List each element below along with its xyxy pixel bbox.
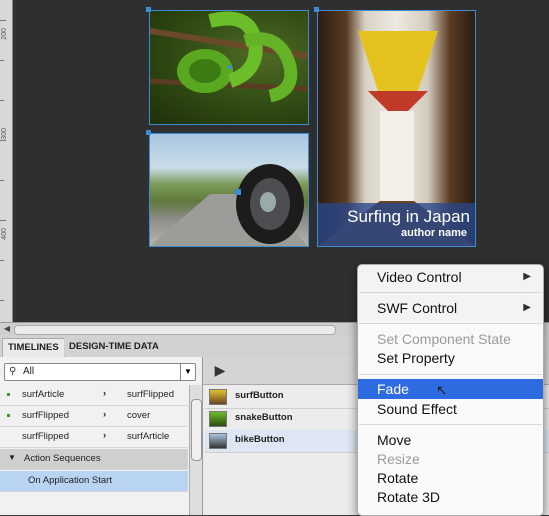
menu-item-sound-effect[interactable]: Sound Effect [358,399,543,419]
menu-item-label: Video Control [377,269,462,285]
ruler-tick [0,180,4,181]
tile-author: author name [400,227,467,239]
chevron-right-icon: › [103,388,107,399]
button-label: surfButton [235,390,284,401]
section-label: Action Sequences [24,453,101,464]
selection-handle[interactable] [146,7,151,12]
selection-handle[interactable] [146,130,151,135]
menu-item-move[interactable]: Move [358,430,543,450]
on-application-start-item[interactable]: On Application Start [0,471,188,492]
filter-value: All [23,366,35,377]
menu-item-label: Set Component State [377,331,511,347]
timeline-row[interactable]: surfFlipped › surfArticle [0,427,188,448]
chevron-right-icon: › [103,430,107,441]
menu-item-label: Rotate [377,470,419,486]
menu-item-label: Move [377,432,412,448]
menu-item-rotate-3d[interactable]: Rotate 3D [358,487,543,507]
menu-item-label: Fade [377,381,409,397]
row-from-label: surfFlipped [22,410,69,421]
menu-item-swf-control[interactable]: SWF Control ▶ [358,298,543,318]
menu-item-video-control[interactable]: Video Control ▶ [358,267,543,287]
active-dot-icon [7,393,10,396]
caption-overlay: Surfing in Japan author name [318,203,475,246]
ruler-tick [0,300,4,301]
context-menu: Video Control ▶ SWF Control ▶ Set Compon… [357,264,544,516]
menu-item-label: Sound Effect [377,401,457,417]
menu-separator [359,323,542,324]
item-label: On Application Start [28,475,112,486]
selection-handle[interactable] [314,7,319,12]
ruler-tick [0,260,4,261]
timeline-list-pane: ⚲ All ▼ surfArticle › surfFlipped surfFl… [0,357,203,515]
menu-separator [359,374,542,375]
row-to-label: cover [127,410,151,421]
menu-item-fade[interactable]: Fade ↖ [358,379,543,399]
action-sequences-header[interactable]: ▼ Action Sequences [0,449,188,470]
filter-select[interactable]: ⚲ All ▼ [4,363,196,381]
button-label: snakeButton [235,412,293,423]
menu-item-label: Set Property [377,350,455,366]
timeline-row[interactable]: surfFlipped › cover [0,406,188,427]
menu-item-label: SWF Control [377,300,458,316]
bike-image-tile[interactable] [149,133,309,247]
menu-separator [359,292,542,293]
scrollbar-thumb[interactable] [191,399,202,461]
tile-title: Surfing in Japan [347,207,470,226]
vertical-scrollbar[interactable] [189,385,202,515]
search-icon: ⚲ [9,366,17,377]
row-to-label: surfArticle [127,431,170,442]
snake-image [150,11,308,103]
ruler-tick [0,140,6,141]
menu-item-resize: Resize [358,449,543,469]
menu-item-set-component-state: Set Component State [358,329,543,349]
mouse-cursor-icon: ↖ [436,382,448,398]
button-label: bikeButton [235,434,285,445]
vertical-ruler: 200 300 400 [0,0,13,322]
menu-separator [359,424,542,425]
menu-item-set-property[interactable]: Set Property [358,348,543,368]
menu-item-rotate[interactable]: Rotate [358,468,543,488]
submenu-arrow-icon: ▶ [523,271,531,282]
ruler-label: 200 [1,28,8,40]
row-from-label: surfArticle [22,389,65,400]
chevron-down-icon[interactable]: ▼ [180,364,195,380]
hallway-image-tile[interactable]: Surfing in Japan author name [317,10,476,247]
snake-thumbnail [209,411,227,427]
row-to-label: surfFlipped [127,389,174,400]
disclosure-triangle-icon[interactable]: ▼ [8,453,16,462]
tab-timelines[interactable]: TIMELINES [2,338,65,357]
active-dot-icon [7,414,10,417]
menu-item-label: Resize [377,451,420,467]
timeline-row[interactable]: surfArticle › surfFlipped [0,385,188,406]
ruler-tick [0,220,6,221]
chevron-right-icon: › [103,409,107,420]
play-icon[interactable]: ▶ [209,361,231,379]
submenu-arrow-icon: ▶ [523,302,531,313]
ruler-tick [0,60,4,61]
snake-image-tile[interactable] [149,10,309,125]
scrollbar-thumb[interactable] [14,325,336,335]
ruler-tick [0,20,6,21]
ruler-label: 300 [1,128,8,140]
ruler-label: 400 [1,228,8,240]
menu-item-label: Rotate 3D [377,489,441,505]
bike-image [150,164,308,246]
row-from-label: surfFlipped [22,431,69,442]
ruler-tick [0,100,4,101]
bike-thumbnail [209,433,227,449]
surf-thumbnail [209,389,227,405]
scroll-left-arrow-icon[interactable]: ◀ [2,324,12,334]
tab-design-time-data[interactable]: DESIGN-TIME DATA [64,338,164,356]
